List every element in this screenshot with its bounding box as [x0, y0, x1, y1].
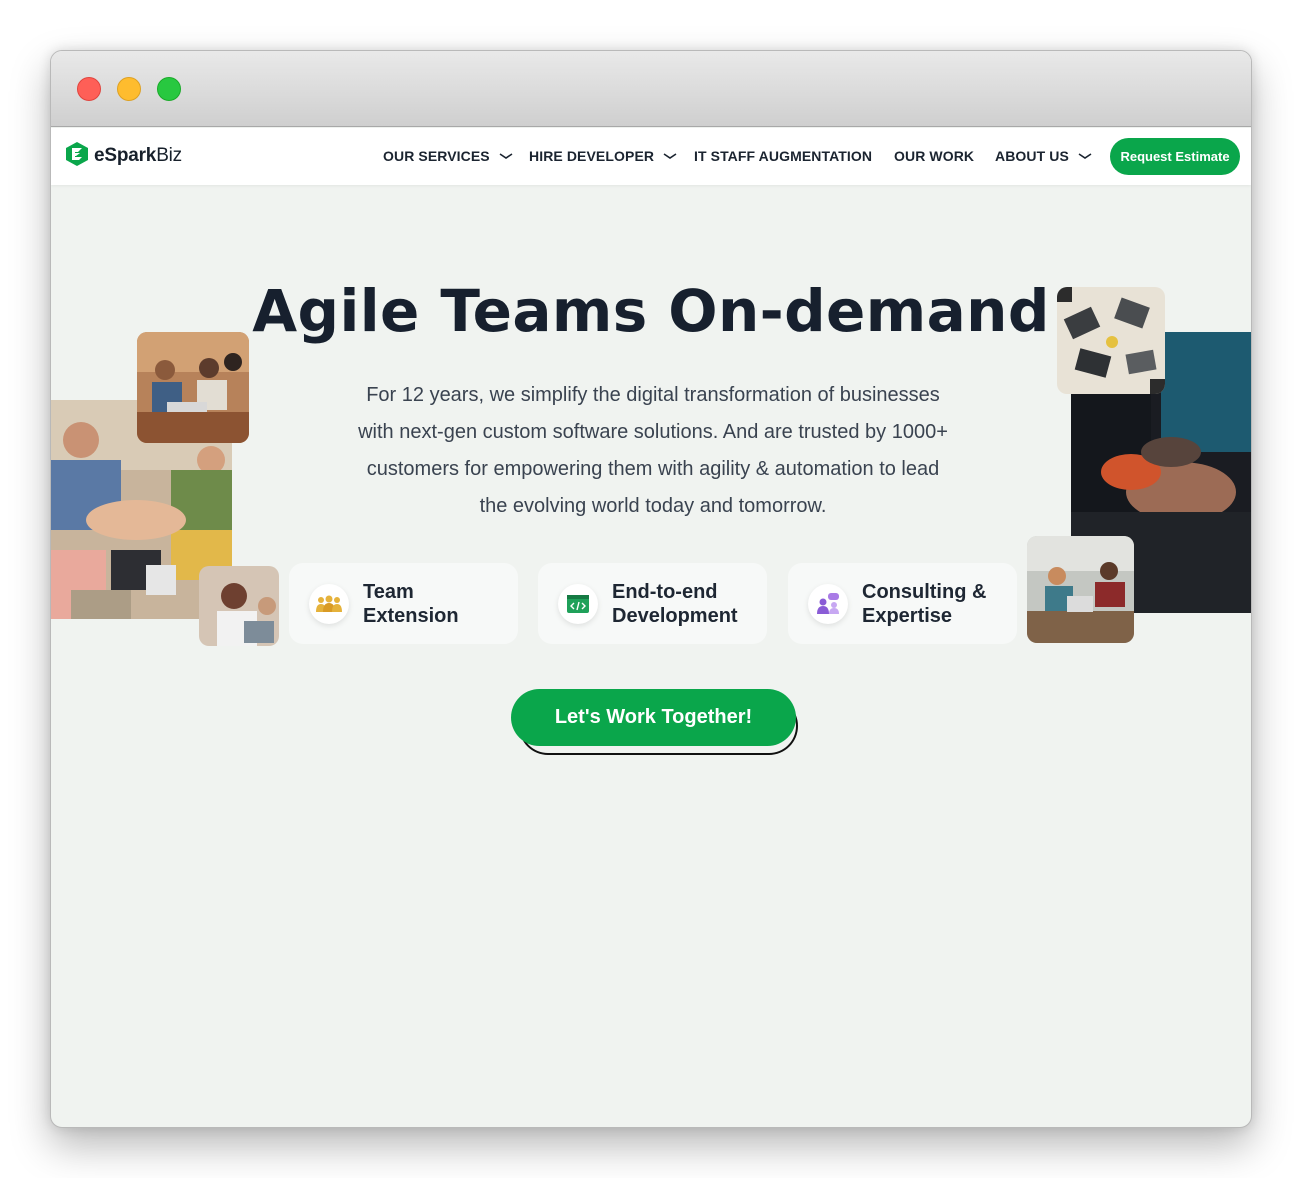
- card-title-line2: Development: [612, 604, 738, 627]
- chevron-down-icon: [663, 153, 677, 159]
- close-window-button[interactable]: [77, 77, 101, 101]
- lets-work-together-button[interactable]: Let's Work Together!: [511, 689, 796, 746]
- request-estimate-button[interactable]: Request Estimate: [1110, 138, 1240, 175]
- top-navigation: eSparkBiz OUR SERVICES HIRE DEVELOPER IT…: [51, 128, 1251, 185]
- chevron-down-icon: [1078, 153, 1092, 159]
- office-work-photo: [1027, 536, 1134, 643]
- consulting-chat-icon: [808, 583, 848, 624]
- card-title-line2: Expertise: [862, 604, 953, 627]
- logo-text-bold: eSpark: [94, 145, 157, 166]
- meeting-photo: [137, 332, 249, 443]
- nav-our-services[interactable]: OUR SERVICES: [383, 148, 514, 164]
- window-titlebar: [51, 51, 1251, 127]
- chevron-down-icon: [499, 153, 513, 159]
- end-to-end-development-card[interactable]: End-to-end Development: [538, 563, 767, 644]
- card-title-line1: End-to-end: [612, 580, 718, 603]
- minimize-window-button[interactable]: [117, 77, 141, 101]
- team-icon: [309, 583, 349, 624]
- consulting-expertise-card[interactable]: Consulting & Expertise: [788, 563, 1017, 644]
- code-window-icon: [558, 583, 598, 624]
- team-extension-card[interactable]: Team Extension: [289, 563, 518, 644]
- card-title-line1: Team: [363, 580, 414, 603]
- maximize-window-button[interactable]: [157, 77, 181, 101]
- browser-window: eSparkBiz OUR SERVICES HIRE DEVELOPER IT…: [50, 50, 1252, 1128]
- nav-our-work[interactable]: OUR WORK: [894, 148, 974, 164]
- smiling-woman-photo: [199, 566, 279, 646]
- card-title-line1: Consulting &: [862, 580, 987, 603]
- card-title-line2: Extension: [363, 604, 459, 627]
- logo-text-light: Biz: [156, 145, 182, 166]
- hero-title: Agile Teams On-demand: [252, 277, 1050, 345]
- espark-logo-icon: [65, 141, 89, 172]
- nav-it-staff-augmentation[interactable]: IT STAFF AUGMENTATION: [694, 148, 872, 164]
- nav-about-us[interactable]: ABOUT US: [995, 148, 1093, 164]
- espark-logo[interactable]: eSparkBiz: [65, 141, 182, 172]
- hero-subtitle: For 12 years, we simplify the digital tr…: [358, 384, 948, 517]
- nav-hire-developer[interactable]: HIRE DEVELOPER: [529, 148, 678, 164]
